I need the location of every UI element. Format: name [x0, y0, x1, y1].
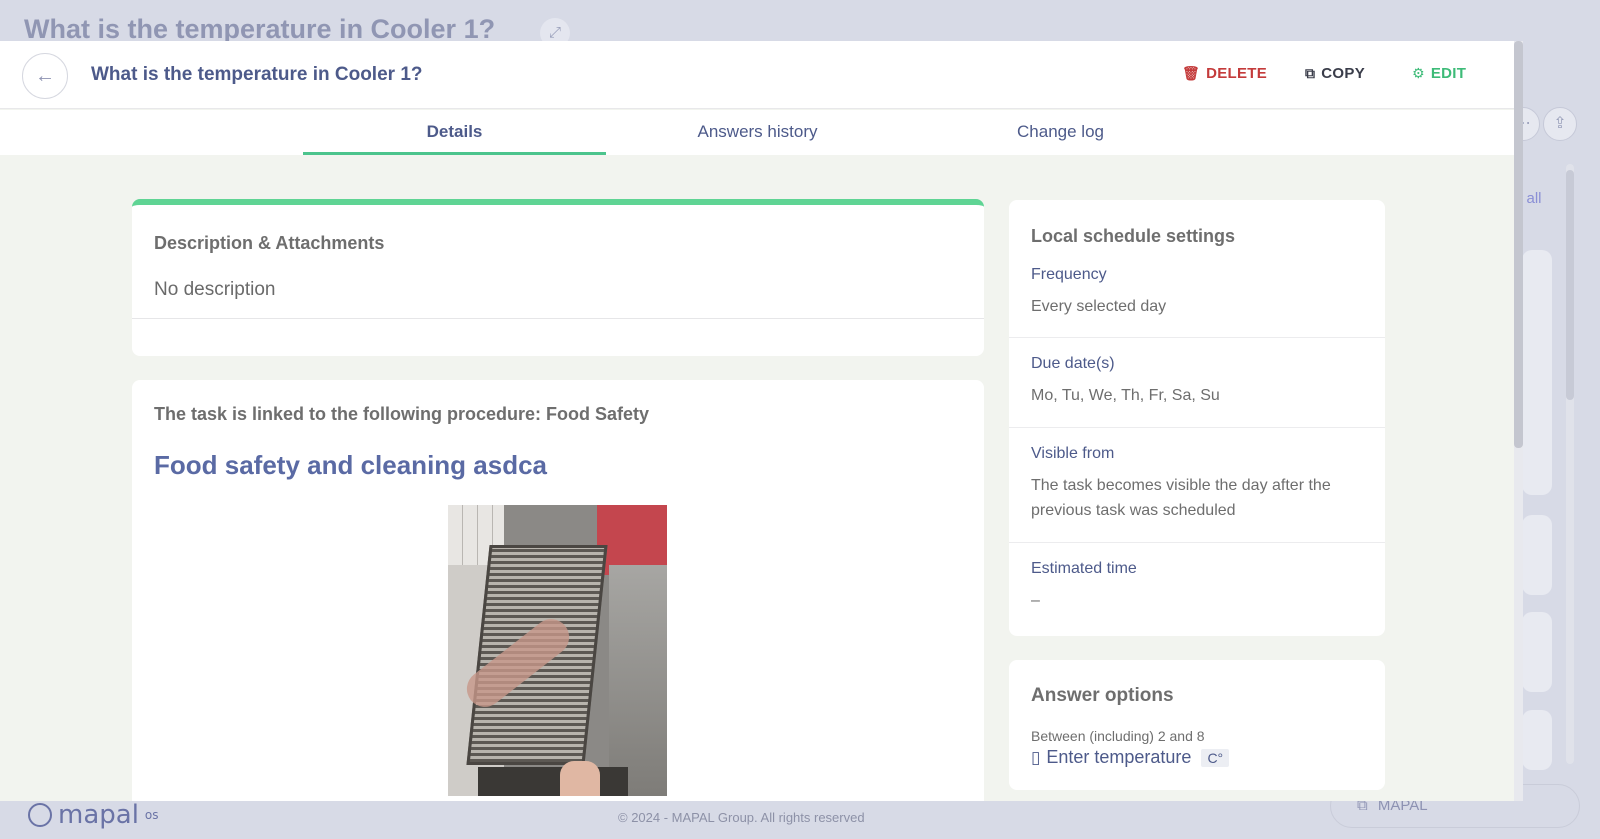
modal-scrollbar-thumb[interactable]: [1514, 41, 1523, 448]
schedule-card: Local schedule settings Frequency Every …: [1009, 200, 1385, 636]
temperature-placeholder: Enter temperature: [1046, 747, 1192, 767]
answer-options-heading: Answer options: [1031, 685, 1174, 706]
estimated-time-value: –: [1031, 592, 1040, 609]
delete-label: DELETE: [1206, 65, 1268, 82]
due-dates-label: Due date(s): [1031, 355, 1115, 372]
description-body: No description: [154, 279, 276, 300]
bg-card: [1522, 250, 1552, 495]
frequency-value: Every selected day: [1031, 298, 1167, 315]
copy-label: COPY: [1321, 65, 1366, 82]
frequency-section: Frequency Every selected day: [1009, 266, 1385, 336]
modal-header: ← What is the temperature in Cooler 1? 🗑…: [0, 41, 1514, 109]
procedure-title: Food safety and cleaning asdca: [154, 450, 547, 480]
copy-icon: ⧉: [1305, 65, 1316, 81]
estimated-time-section: Estimated time –: [1009, 542, 1385, 636]
bg-card: [1522, 710, 1552, 770]
procedure-linked-text: The task is linked to the following proc…: [154, 404, 650, 424]
visible-from-value: The task becomes visible the day after t…: [1031, 477, 1331, 519]
modal-title: What is the temperature in Cooler 1?: [91, 64, 423, 85]
visible-from-section: Visible from The task becomes visible th…: [1009, 427, 1385, 542]
mapal-logo: mapal os: [28, 800, 159, 830]
tab-bar: Details Answers history Change log: [0, 110, 1514, 155]
logo-text: mapal: [58, 800, 139, 830]
due-dates-value: Mo, Tu, We, Th, Fr, Sa, Su: [1031, 387, 1220, 404]
edit-label: EDIT: [1430, 65, 1467, 82]
temperature-input[interactable]: ▯ Enter temperature C°: [1031, 747, 1230, 768]
description-card: Description & Attachments No description: [132, 199, 984, 356]
bg-card: [1522, 515, 1552, 595]
bg-scrollbar-thumb[interactable]: [1566, 170, 1574, 400]
schedule-heading: Local schedule settings: [1031, 226, 1236, 246]
photo-hand: [560, 761, 600, 796]
tab-details[interactable]: Details: [303, 110, 606, 155]
photo-base: [478, 767, 628, 796]
back-button[interactable]: ←: [22, 53, 68, 99]
procedure-photo[interactable]: [448, 505, 667, 796]
arrow-left-icon: ←: [35, 65, 55, 87]
frequency-label: Frequency: [1031, 266, 1107, 283]
copyright-text: © 2024 - MAPAL Group. All rights reserve…: [618, 810, 865, 825]
answer-range-text: Between (including) 2 and 8: [1031, 728, 1205, 744]
clipboard-icon: ▯: [1031, 747, 1041, 767]
tab-change-log[interactable]: Change log: [909, 110, 1212, 155]
description-divider: [132, 318, 984, 319]
bg-share-button[interactable]: ⇪: [1543, 107, 1577, 141]
procedure-card: The task is linked to the following proc…: [132, 380, 984, 801]
visible-from-label: Visible from: [1031, 445, 1115, 462]
description-heading: Description & Attachments: [154, 233, 385, 253]
gear-icon: ⚙: [1412, 65, 1425, 81]
edit-button[interactable]: ⚙ EDIT: [1412, 65, 1466, 82]
estimated-time-label: Estimated time: [1031, 560, 1137, 577]
bg-card: [1522, 612, 1552, 692]
delete-button[interactable]: 🗑 DELETE: [1182, 65, 1267, 82]
answer-options-card: Answer options Between (including) 2 and…: [1009, 660, 1385, 790]
due-dates-section: Due date(s) Mo, Tu, We, Th, Fr, Sa, Su: [1009, 337, 1385, 427]
unit-badge: C°: [1201, 748, 1230, 767]
task-detail-modal: ← What is the temperature in Cooler 1? 🗑…: [0, 41, 1514, 801]
copy-button[interactable]: ⧉ COPY: [1305, 65, 1365, 82]
photo-side-panel: [609, 565, 667, 796]
logo-superscript: os: [144, 808, 159, 822]
logo-mark-icon: [28, 803, 52, 827]
tab-answers-history[interactable]: Answers history: [606, 110, 909, 155]
trash-icon: 🗑: [1182, 65, 1201, 81]
